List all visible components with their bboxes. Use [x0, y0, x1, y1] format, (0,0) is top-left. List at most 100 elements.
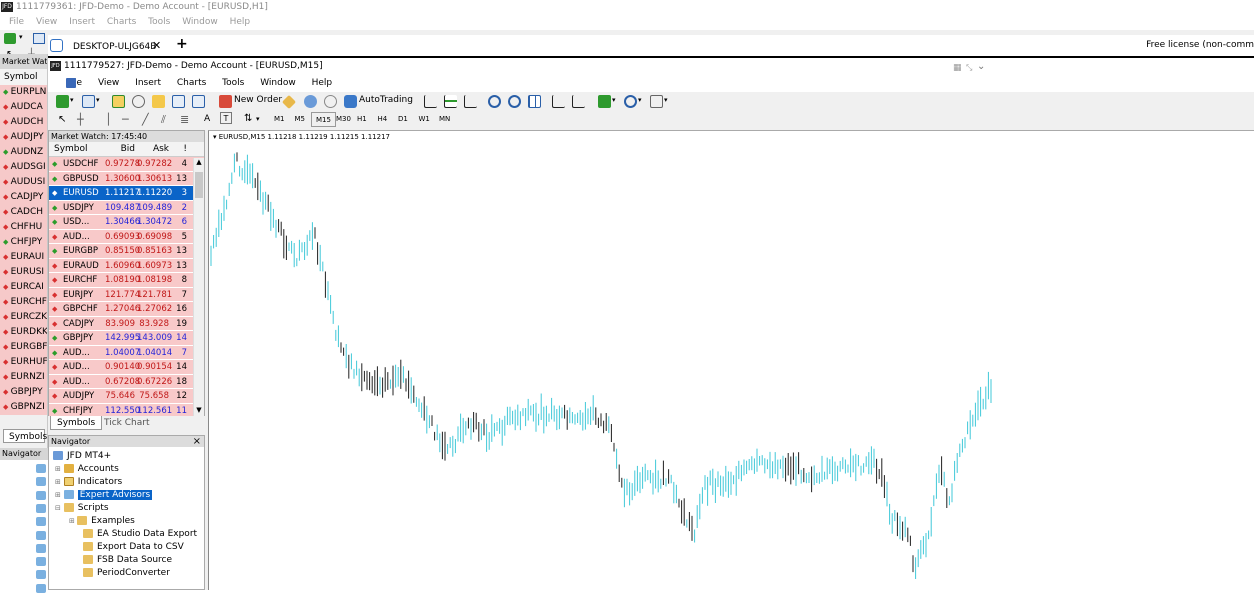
- market-watch-icon[interactable]: [112, 95, 125, 108]
- fibonacci-icon[interactable]: ≣: [180, 113, 189, 126]
- bar-chart-icon[interactable]: [424, 95, 437, 108]
- market-watch-row[interactable]: ◆ EURUSD 1.11217 1.11220 3: [49, 186, 204, 201]
- outer-navigator-item-icon[interactable]: [36, 557, 46, 567]
- cursor-icon[interactable]: ↖: [58, 114, 66, 125]
- text-tool-button[interactable]: A: [204, 114, 210, 124]
- menu-insert[interactable]: Insert: [135, 78, 161, 88]
- outer-menu-charts[interactable]: Charts: [107, 17, 136, 27]
- outer-navigator-item-icon[interactable]: [36, 503, 46, 513]
- profiles-icon[interactable]: [82, 95, 95, 108]
- navigator-icon[interactable]: [152, 95, 165, 108]
- tab-tick-chart[interactable]: Tick Chart: [98, 416, 155, 430]
- market-watch-row[interactable]: ◆ USDJPY 109.487 109.489 2: [49, 200, 204, 215]
- dropdown-arrow-icon[interactable]: ▾: [664, 96, 668, 104]
- horizontal-line-icon[interactable]: ─: [122, 113, 129, 126]
- autotrading-button[interactable]: AutoTrading: [359, 95, 413, 105]
- arrows-icon[interactable]: ⇅: [244, 113, 252, 124]
- outer-symbol-row[interactable]: ◆ AUDSGI: [0, 160, 47, 175]
- new-chart-icon[interactable]: [56, 95, 69, 108]
- chevron-down-icon[interactable]: ⌄: [977, 59, 985, 75]
- menu-view[interactable]: View: [98, 78, 119, 88]
- chart-menu-arrow-icon[interactable]: ▾: [213, 133, 217, 141]
- timeframe-m5-button[interactable]: M5: [291, 112, 310, 127]
- market-watch-row[interactable]: ◆ AUD... 0.67208 0.67226 18: [49, 374, 204, 389]
- market-watch-row[interactable]: ◆ GBPUSD 1.30600 1.30613 13: [49, 171, 204, 186]
- timeframe-w1-button[interactable]: W1: [415, 112, 434, 127]
- profiles-icon[interactable]: [33, 33, 45, 44]
- crosshair-icon[interactable]: ┼: [77, 113, 84, 126]
- expand-icon[interactable]: ⊞: [55, 491, 61, 499]
- timeframe-h1-button[interactable]: H1: [353, 112, 371, 127]
- navigator-close-icon[interactable]: ×: [193, 436, 201, 447]
- market-watch-row[interactable]: ◆ USDCHF 0.97278 0.97282 4: [49, 157, 204, 172]
- new-order-icon[interactable]: [219, 95, 232, 108]
- add-tab-icon[interactable]: +: [176, 36, 188, 52]
- market-watch-row[interactable]: ◆ AUD... 0.90140 0.90154 14: [49, 360, 204, 375]
- menu-charts[interactable]: Charts: [177, 78, 206, 88]
- terminal-icon[interactable]: [172, 95, 185, 108]
- menu-tools[interactable]: Tools: [222, 78, 244, 88]
- signals-icon[interactable]: [324, 95, 337, 108]
- outer-navigator-item-icon[interactable]: [36, 517, 46, 527]
- data-window-icon[interactable]: [132, 95, 145, 108]
- tile-windows-icon[interactable]: [528, 95, 541, 108]
- outer-symbol-row[interactable]: ◆ CHFHU: [0, 220, 47, 235]
- collapse-icon[interactable]: ⊟: [55, 504, 61, 512]
- market-watch-row[interactable]: ◆ USD... 1.30466 1.30472 6: [49, 215, 204, 230]
- dropdown-arrow-icon[interactable]: ▾: [638, 96, 642, 104]
- timeframe-d1-button[interactable]: D1: [394, 112, 412, 127]
- outer-navigator-item-icon[interactable]: [36, 570, 46, 580]
- outer-symbol-row[interactable]: ◆ EURUSI: [0, 265, 47, 280]
- dropdown-arrow-icon[interactable]: ▾: [612, 96, 616, 104]
- navigator-root[interactable]: JFD MT4+: [53, 450, 111, 463]
- outer-menu-insert[interactable]: Insert: [69, 17, 95, 27]
- trendline-icon[interactable]: ╱: [142, 113, 149, 126]
- market-watch-scrollbar[interactable]: ▲ ▼: [193, 158, 204, 416]
- outer-symbol-row[interactable]: ◆ EURCHF: [0, 295, 47, 310]
- outer-menu-file[interactable]: File: [9, 17, 24, 27]
- outer-navigator-item-icon[interactable]: [36, 477, 46, 487]
- script-item[interactable]: FSB Data Source: [83, 554, 172, 567]
- market-watch-row[interactable]: ◆ EURGBP 0.85150 0.85163 13: [49, 244, 204, 259]
- new-order-button[interactable]: New Order: [234, 95, 282, 105]
- market-watch-row[interactable]: ◆ EURAUD 1.60960 1.60973 13: [49, 258, 204, 273]
- script-item[interactable]: PeriodConverter: [83, 567, 170, 580]
- scroll-down-icon[interactable]: ▼: [195, 406, 203, 416]
- autotrading-icon[interactable]: [344, 95, 357, 108]
- column-ask[interactable]: Ask: [137, 142, 169, 157]
- periods-icon[interactable]: [624, 95, 637, 108]
- market-watch-row[interactable]: ◆ GBPCHF 1.27046 1.27062 16: [49, 302, 204, 317]
- outer-symbol-row[interactable]: ◆ EURHUF: [0, 355, 47, 370]
- outer-navigator-item-icon[interactable]: [36, 530, 46, 540]
- dropdown-arrow-icon[interactable]: ▾: [256, 115, 260, 123]
- metaeditor-icon[interactable]: [281, 94, 297, 110]
- channel-icon[interactable]: ⫽: [161, 113, 166, 127]
- scroll-up-icon[interactable]: ▲: [195, 158, 203, 168]
- market-watch-row[interactable]: ◆ AUD... 0.69093 0.69098 5: [49, 229, 204, 244]
- tab-symbols[interactable]: Symbols: [50, 416, 103, 430]
- outer-symbol-row[interactable]: ◆ AUDCH: [0, 115, 47, 130]
- column-spread[interactable]: !: [173, 142, 187, 157]
- line-chart-icon[interactable]: [464, 95, 477, 108]
- navigator-item-accounts[interactable]: ⊞ Accounts: [55, 463, 119, 476]
- vertical-line-icon[interactable]: │: [105, 113, 112, 126]
- zoom-out-icon[interactable]: [508, 95, 521, 108]
- column-symbol[interactable]: Symbol: [54, 142, 88, 157]
- outer-symbol-row[interactable]: ◆ EURNZI: [0, 370, 47, 385]
- outer-symbol-row[interactable]: ◆ AUDNZ: [0, 145, 47, 160]
- outer-symbol-row[interactable]: ◆ EURCZK: [0, 310, 47, 325]
- script-item[interactable]: Export Data to CSV: [83, 541, 184, 554]
- scroll-thumb[interactable]: [195, 172, 203, 198]
- price-chart[interactable]: [209, 131, 1253, 589]
- outer-menu-tools[interactable]: Tools: [148, 17, 170, 27]
- chart-shift-icon[interactable]: [572, 95, 585, 108]
- outer-symbol-row[interactable]: ◆ AUDCA: [0, 100, 47, 115]
- market-watch-row[interactable]: ◆ EURJPY 121.774 121.781 7: [49, 287, 204, 302]
- outer-symbol-row[interactable]: ◆ AUDJPY: [0, 130, 47, 145]
- timeframe-m30-button[interactable]: M30: [332, 112, 355, 127]
- outer-symbol-row[interactable]: ◆ EURPLN: [0, 85, 47, 100]
- text-label-button[interactable]: T: [220, 112, 232, 124]
- autoscroll-icon[interactable]: [552, 95, 565, 108]
- expand-icon[interactable]: ⊞: [55, 478, 61, 486]
- outer-navigator-item-icon[interactable]: [36, 543, 46, 553]
